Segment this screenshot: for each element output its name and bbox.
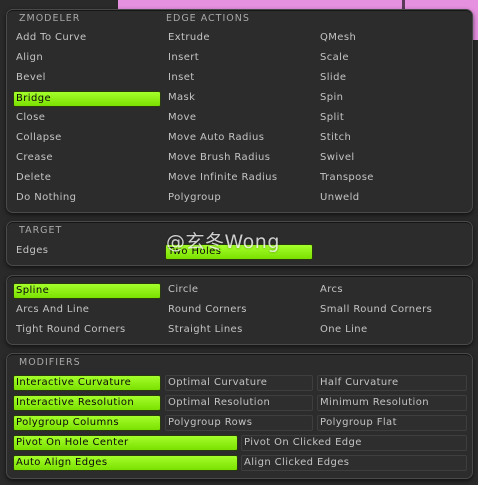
action-collapse[interactable]: Collapse: [13, 130, 161, 146]
curve-straight-lines[interactable]: Straight Lines: [165, 322, 313, 338]
action-insert[interactable]: Insert: [165, 50, 313, 66]
action-move[interactable]: Move: [165, 110, 313, 126]
action-bridge[interactable]: Bridge: [13, 91, 161, 107]
curve-round-corners[interactable]: Round Corners: [165, 302, 313, 318]
action-crease[interactable]: Crease: [13, 150, 161, 166]
curve-small-round-corners[interactable]: Small Round Corners: [317, 302, 467, 318]
target-edges[interactable]: Edges: [13, 243, 161, 259]
mod-interactive-curvature[interactable]: Interactive Curvature: [13, 375, 161, 391]
action-move-auto-radius[interactable]: Move Auto Radius: [165, 130, 313, 146]
modifiers-title: MODIFIERS: [19, 357, 81, 368]
mod-optimal-resolution[interactable]: Optimal Resolution: [165, 395, 313, 411]
mod-polygroup-columns[interactable]: Polygroup Columns: [13, 415, 161, 431]
curve-spline[interactable]: Spline: [13, 283, 161, 299]
curve-one-line[interactable]: One Line: [317, 322, 465, 338]
mod-minimum-resolution[interactable]: Minimum Resolution: [317, 395, 467, 411]
target-panel: TARGET Edges Two Holes: [6, 221, 473, 266]
action-transpose[interactable]: Transpose: [317, 170, 465, 186]
zmodeler-panel: ZMODELER EDGE ACTIONS Add To Curve Align…: [6, 9, 473, 213]
action-polygroup[interactable]: Polygroup: [165, 190, 313, 206]
action-spin[interactable]: Spin: [317, 90, 465, 106]
mod-align-clicked-edges[interactable]: Align Clicked Edges: [241, 455, 467, 471]
action-add-to-curve[interactable]: Add To Curve: [13, 30, 161, 46]
curve-arcs[interactable]: Arcs: [317, 282, 465, 298]
action-mask[interactable]: Mask: [165, 90, 313, 106]
mod-auto-align-edges[interactable]: Auto Align Edges: [13, 455, 238, 471]
action-swivel[interactable]: Swivel: [317, 150, 465, 166]
mod-interactive-resolution[interactable]: Interactive Resolution: [13, 395, 161, 411]
action-inset[interactable]: Inset: [165, 70, 313, 86]
action-delete[interactable]: Delete: [13, 170, 161, 186]
action-do-nothing[interactable]: Do Nothing: [13, 190, 161, 206]
target-title: TARGET: [19, 225, 63, 236]
mod-polygroup-flat[interactable]: Polygroup Flat: [317, 415, 467, 431]
action-scale[interactable]: Scale: [317, 50, 465, 66]
modifiers-panel: MODIFIERS Interactive Curvature Optimal …: [6, 353, 473, 479]
action-unweld[interactable]: Unweld: [317, 190, 465, 206]
action-qmesh[interactable]: QMesh: [317, 30, 465, 46]
zmodeler-title: ZMODELER: [19, 13, 81, 24]
action-align[interactable]: Align: [13, 50, 161, 66]
action-bevel[interactable]: Bevel: [13, 70, 161, 86]
mod-pivot-on-hole-center[interactable]: Pivot On Hole Center: [13, 435, 238, 451]
curve-tight-round-corners[interactable]: Tight Round Corners: [13, 322, 161, 338]
action-stitch[interactable]: Stitch: [317, 130, 465, 146]
action-move-infinite-radius[interactable]: Move Infinite Radius: [165, 170, 313, 186]
mod-half-curvature[interactable]: Half Curvature: [317, 375, 467, 391]
edge-actions-title: EDGE ACTIONS: [166, 13, 250, 24]
curve-circle[interactable]: Circle: [165, 282, 313, 298]
action-extrude[interactable]: Extrude: [165, 30, 313, 46]
curve-panel: Spline Circle Arcs Arcs And Line Round C…: [6, 275, 473, 345]
action-slide[interactable]: Slide: [317, 70, 465, 86]
curve-arcs-and-line[interactable]: Arcs And Line: [13, 302, 161, 318]
mod-pivot-on-clicked-edge[interactable]: Pivot On Clicked Edge: [241, 435, 467, 451]
target-two-holes[interactable]: Two Holes: [165, 244, 313, 260]
action-split[interactable]: Split: [317, 110, 465, 126]
action-close[interactable]: Close: [13, 110, 161, 126]
action-move-brush-radius[interactable]: Move Brush Radius: [165, 150, 313, 166]
mod-optimal-curvature[interactable]: Optimal Curvature: [165, 375, 313, 391]
mod-polygroup-rows[interactable]: Polygroup Rows: [165, 415, 313, 431]
